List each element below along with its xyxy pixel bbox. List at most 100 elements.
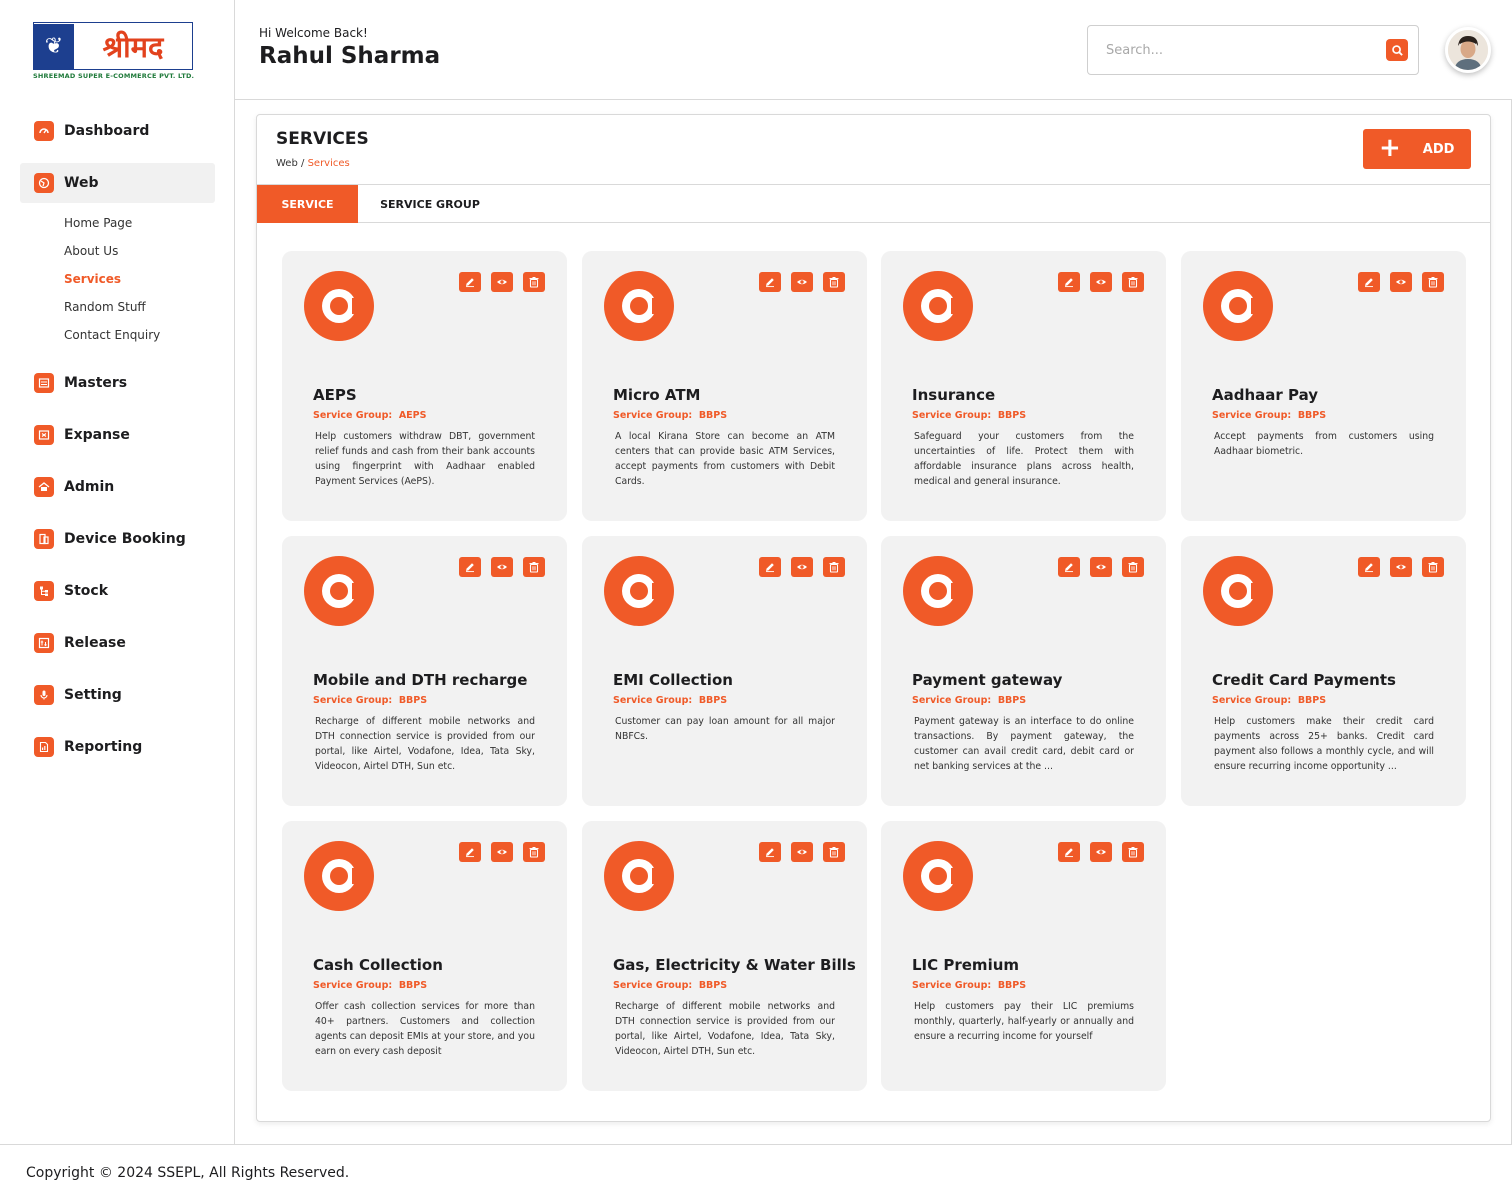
search-box: [1087, 25, 1419, 75]
delete-icon[interactable]: [523, 272, 545, 292]
edit-icon[interactable]: [1358, 272, 1380, 292]
service-group-line: Service Group: BBPS: [1212, 695, 1326, 706]
service-card[interactable]: LIC Premium Service Group: BBPS Help custo…: [881, 821, 1166, 1091]
view-icon[interactable]: [1090, 272, 1112, 292]
edit-icon[interactable]: [1358, 557, 1380, 577]
sidebar-item-label: Admin: [64, 479, 115, 495]
breadcrumb: Web / Services: [276, 158, 350, 169]
service-logo-icon: [604, 271, 674, 341]
service-card[interactable]: Cash Collection Service Group: BBPS Offer …: [282, 821, 567, 1091]
service-card[interactable]: Credit Card Payments Service Group: BBPS H…: [1181, 536, 1466, 806]
service-card[interactable]: Aadhaar Pay Service Group: BBPS Accept pay…: [1181, 251, 1466, 521]
delete-icon[interactable]: [823, 272, 845, 292]
sidebar-item-stock[interactable]: Stock: [20, 571, 215, 611]
delete-icon[interactable]: [1422, 272, 1444, 292]
delete-icon[interactable]: [823, 557, 845, 577]
edit-icon[interactable]: [759, 272, 781, 292]
service-card[interactable]: Insurance Service Group: BBPS Safeguard yo…: [881, 251, 1166, 521]
web-submenu: Home Page About Us Services Random Stuff…: [64, 209, 215, 349]
service-card[interactable]: Payment gateway Service Group: BBPS Paymen…: [881, 536, 1166, 806]
view-icon[interactable]: [1090, 557, 1112, 577]
view-icon[interactable]: [1090, 842, 1112, 862]
service-card[interactable]: EMI Collection Service Group: BBPS Custome…: [582, 536, 867, 806]
delete-icon[interactable]: [1122, 272, 1144, 292]
service-logo-icon: [903, 271, 973, 341]
sidebar-item-dashboard[interactable]: Dashboard: [20, 111, 215, 151]
submenu-item-random-stuff[interactable]: Random Stuff: [64, 293, 215, 321]
tab-service[interactable]: SERVICE: [257, 185, 358, 223]
submenu-item-contact-enquiry[interactable]: Contact Enquiry: [64, 321, 215, 349]
service-description: Help customers pay their LIC premiums mo…: [914, 1001, 1134, 1042]
copyright-text: Copyright © 2024 SSEPL, All Rights Reser…: [26, 1165, 350, 1181]
sidebar-item-web[interactable]: Web: [20, 163, 215, 203]
view-icon[interactable]: [1390, 557, 1412, 577]
tab-service-group[interactable]: SERVICE GROUP: [358, 185, 502, 223]
logo-text: श्रीमद: [102, 29, 164, 64]
delete-icon[interactable]: [823, 842, 845, 862]
sidebar-item-label: Stock: [64, 583, 109, 599]
sidebar-item-reporting[interactable]: Reporting: [20, 727, 215, 767]
sidebar-item-release[interactable]: Release: [20, 623, 215, 663]
service-title: AEPS: [313, 386, 357, 404]
edit-icon[interactable]: [759, 842, 781, 862]
device-booking-icon: [34, 529, 54, 549]
service-card[interactable]: Gas, Electricity & Water Bills Service Gr…: [582, 821, 867, 1091]
sidebar-item-masters[interactable]: Masters: [20, 363, 215, 403]
view-icon[interactable]: [791, 557, 813, 577]
delete-icon[interactable]: [1422, 557, 1444, 577]
service-group-value: BBPS: [997, 410, 1027, 421]
service-card[interactable]: Micro ATM Service Group: BBPS A local Kira…: [582, 251, 867, 521]
delete-icon[interactable]: [1122, 557, 1144, 577]
edit-icon[interactable]: [459, 272, 481, 292]
view-icon[interactable]: [491, 842, 513, 862]
edit-icon[interactable]: [459, 842, 481, 862]
submenu-item-about-us[interactable]: About Us: [64, 237, 215, 265]
add-button[interactable]: + ADD: [1363, 129, 1471, 169]
service-title: Payment gateway: [912, 671, 1063, 689]
avatar[interactable]: [1445, 27, 1491, 73]
service-logo-icon: [1203, 271, 1273, 341]
service-group-label: Service Group:: [613, 410, 693, 421]
view-icon[interactable]: [491, 272, 513, 292]
service-logo-icon: [304, 556, 374, 626]
service-group-value: BBPS: [1297, 695, 1327, 706]
sidebar-item-device-booking[interactable]: Device Booking: [20, 519, 215, 559]
sidebar-item-label: Masters: [64, 375, 128, 391]
search-input[interactable]: [1106, 42, 1386, 58]
delete-icon[interactable]: [1122, 842, 1144, 862]
delete-icon[interactable]: [523, 842, 545, 862]
sidebar-item-expanse[interactable]: Expanse: [20, 415, 215, 455]
service-group-line: Service Group: BBPS: [912, 980, 1026, 991]
view-icon[interactable]: [491, 557, 513, 577]
view-icon[interactable]: [791, 842, 813, 862]
edit-icon[interactable]: [1058, 557, 1080, 577]
edit-icon[interactable]: [759, 557, 781, 577]
service-description: Help customers withdraw DBT, government …: [315, 431, 535, 487]
view-icon[interactable]: [1390, 272, 1412, 292]
sidebar-item-label: Setting: [64, 687, 122, 703]
search-icon[interactable]: [1386, 39, 1408, 61]
card-actions: [459, 557, 545, 577]
edit-icon[interactable]: [1058, 272, 1080, 292]
submenu-item-services[interactable]: Services: [64, 265, 215, 293]
service-title: Insurance: [912, 386, 996, 404]
service-title: Gas, Electricity & Water Bills: [613, 956, 856, 974]
service-card[interactable]: Mobile and DTH recharge Service Group: BB…: [282, 536, 567, 806]
card-actions: [1058, 272, 1144, 292]
service-description: Customer can pay loan amount for all maj…: [615, 716, 835, 742]
company-logo[interactable]: ❦ श्रीमद SHREEMAD SUPER E-COMMERCE PVT. …: [33, 22, 194, 80]
submenu-item-home-page[interactable]: Home Page: [64, 209, 215, 237]
view-icon[interactable]: [791, 272, 813, 292]
service-logo-icon: [903, 841, 973, 911]
sidebar-item-admin[interactable]: Admin: [20, 467, 215, 507]
service-group-line: Service Group: BBPS: [613, 980, 727, 991]
service-card[interactable]: AEPS Service Group: AEPS Help customers wi…: [282, 251, 567, 521]
sidebar-item-setting[interactable]: Setting: [20, 675, 215, 715]
breadcrumb-root[interactable]: Web: [276, 158, 298, 169]
sidebar-item-label: Device Booking: [64, 531, 186, 547]
edit-icon[interactable]: [459, 557, 481, 577]
user-name: Rahul Sharma: [259, 43, 441, 69]
service-group-label: Service Group:: [313, 410, 393, 421]
delete-icon[interactable]: [523, 557, 545, 577]
edit-icon[interactable]: [1058, 842, 1080, 862]
